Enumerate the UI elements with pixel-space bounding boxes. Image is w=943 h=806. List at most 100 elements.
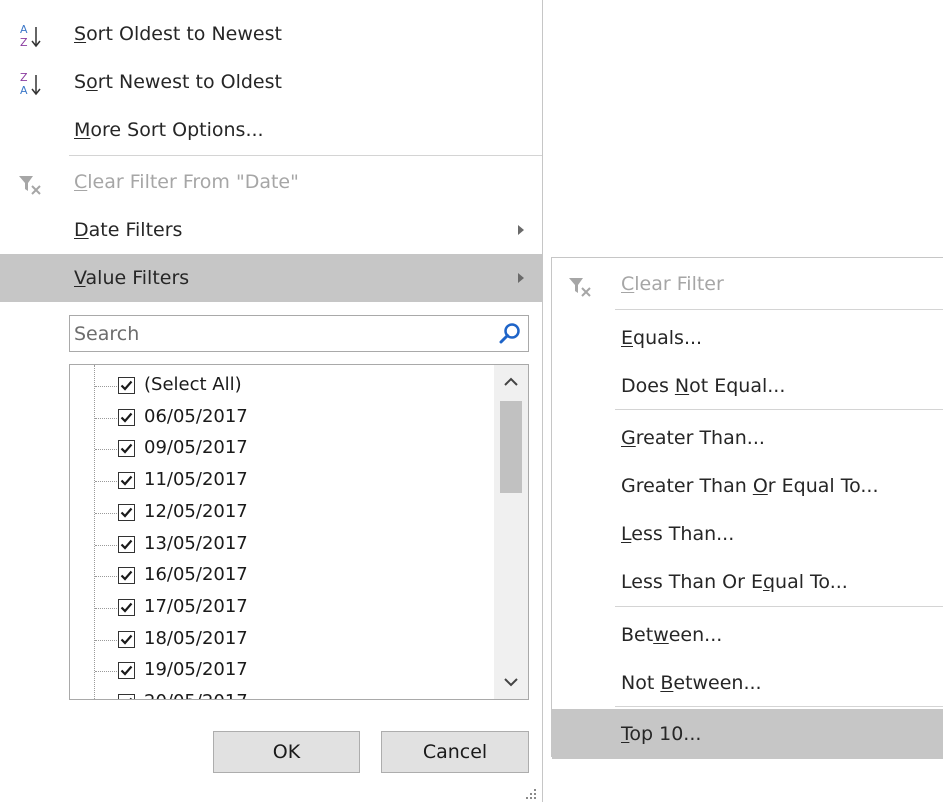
sub-not-between[interactable]: Not Between... [552, 658, 943, 708]
date-list-item[interactable]: 20/05/2017 [70, 688, 490, 699]
svg-text:Z: Z [20, 71, 28, 84]
resize-grip-icon[interactable] [524, 784, 538, 799]
sub-does-not-equal[interactable]: Does Not Equal... [552, 361, 943, 411]
clear-filter-icon [566, 272, 594, 300]
list-item-label: 20/05/2017 [144, 691, 248, 699]
date-list-item[interactable]: 11/05/2017 [70, 466, 490, 497]
svg-text:Z: Z [20, 36, 28, 49]
sub-greater-than-or-equal[interactable]: Greater Than Or Equal To... [552, 461, 943, 511]
list-item-label: 12/05/2017 [144, 500, 248, 522]
search-box [69, 315, 529, 352]
vertical-scrollbar[interactable] [494, 365, 528, 699]
checkbox[interactable] [118, 408, 135, 426]
menu-label: Between... [621, 624, 723, 646]
date-list-item[interactable]: 13/05/2017 [70, 530, 490, 561]
checkbox[interactable] [118, 598, 135, 616]
sub-between[interactable]: Between... [552, 610, 943, 660]
date-list-item[interactable]: 09/05/2017 [70, 434, 490, 465]
checkbox[interactable] [118, 472, 135, 490]
clear-filter-from-date[interactable]: Clear Filter From "Date" [0, 158, 542, 206]
menu-label: Does Not Equal... [621, 375, 786, 397]
checkmark-icon [120, 507, 133, 518]
svg-text:A: A [20, 23, 28, 36]
checkmark-icon [120, 475, 133, 486]
sub-top-10[interactable]: Top 10... [552, 709, 943, 759]
menu-label: Equals... [621, 327, 703, 349]
menu-label: Clear Filter [621, 273, 724, 295]
checkbox[interactable] [118, 567, 135, 585]
sub-greater-than[interactable]: Greater Than... [552, 413, 943, 463]
date-list-item[interactable]: 18/05/2017 [70, 625, 490, 656]
checkmark-icon [120, 380, 133, 391]
clear-filter-icon [16, 170, 44, 198]
checkbox[interactable] [118, 377, 135, 394]
list-item-label: 17/05/2017 [144, 595, 248, 617]
menu-separator [615, 706, 943, 707]
select-all-item[interactable]: (Select All) [70, 371, 490, 402]
ok-button[interactable]: OK [213, 731, 360, 773]
menu-separator [615, 409, 943, 410]
checkmark-icon [120, 412, 133, 423]
menu-label: More Sort Options... [74, 119, 264, 141]
tree-connector [95, 417, 117, 419]
scroll-up-icon[interactable] [494, 365, 528, 399]
menu-separator [69, 155, 542, 156]
date-list-item[interactable]: 19/05/2017 [70, 656, 490, 687]
tree-connector [95, 544, 117, 546]
list-item-label: 13/05/2017 [144, 532, 248, 554]
checkbox[interactable] [118, 662, 135, 680]
filter-dropdown-menu: A Z Sort Oldest to Newest Z A Sort Newes… [0, 0, 543, 802]
search-icon[interactable] [496, 320, 524, 348]
svg-text:A: A [20, 84, 28, 97]
checkbox[interactable] [118, 440, 135, 458]
sub-equals[interactable]: Equals... [552, 313, 943, 363]
date-list-item[interactable]: 06/05/2017 [70, 403, 490, 434]
date-list-item[interactable]: 17/05/2017 [70, 593, 490, 624]
cancel-button[interactable]: Cancel [381, 731, 529, 773]
filter-value-list: (Select All) 06/05/2017 09/05/2017 11/05/20… [69, 364, 529, 700]
menu-label: Less Than... [621, 523, 735, 545]
list-item-label: 18/05/2017 [144, 627, 248, 649]
sub-less-than[interactable]: Less Than... [552, 509, 943, 559]
value-filters-submenu: Clear Filter Equals... Does Not Equal...… [551, 257, 943, 759]
menu-label: Clear Filter From "Date" [74, 171, 299, 193]
menu-label: Less Than Or Equal To... [621, 571, 848, 593]
scroll-thumb[interactable] [500, 401, 522, 493]
menu-label: Greater Than... [621, 427, 765, 449]
tree-connector [95, 386, 117, 387]
more-sort-options[interactable]: More Sort Options... [0, 106, 542, 154]
date-list-item[interactable]: 16/05/2017 [70, 561, 490, 592]
checkbox[interactable] [118, 535, 135, 553]
tree-connector [95, 512, 117, 514]
value-filters[interactable]: Value Filters [0, 254, 542, 302]
menu-separator [615, 309, 943, 310]
date-filters[interactable]: Date Filters [0, 206, 542, 254]
tree-connector [95, 449, 117, 451]
sort-descending-icon: Z A [16, 70, 44, 98]
menu-separator [615, 606, 943, 607]
sort-oldest-to-newest[interactable]: A Z Sort Oldest to Newest [0, 10, 542, 58]
sub-less-than-or-equal[interactable]: Less Than Or Equal To... [552, 557, 943, 607]
checkbox[interactable] [118, 630, 135, 648]
checkmark-icon [120, 539, 133, 550]
scroll-down-icon[interactable] [494, 665, 528, 699]
list-item-label: 16/05/2017 [144, 564, 248, 586]
date-list-item[interactable]: 12/05/2017 [70, 498, 490, 529]
tree-connector [95, 481, 117, 483]
list-item-label: 19/05/2017 [144, 659, 248, 681]
search-input[interactable] [70, 316, 494, 351]
checkmark-icon [129, 697, 133, 699]
sub-clear-filter[interactable]: Clear Filter [552, 259, 943, 309]
checkbox[interactable] [118, 694, 135, 699]
checkmark-icon [120, 602, 133, 613]
checkmark-icon [120, 444, 133, 455]
menu-label: Date Filters [74, 219, 183, 241]
checkmark-icon [120, 634, 133, 645]
list-item-label: 06/05/2017 [144, 405, 248, 427]
checkmark-icon [120, 666, 133, 676]
menu-label: Greater Than Or Equal To... [621, 475, 879, 497]
list-item-label: 11/05/2017 [144, 469, 248, 491]
list-item-label: (Select All) [144, 374, 242, 395]
checkbox[interactable] [118, 503, 135, 521]
sort-newest-to-oldest[interactable]: Z A Sort Newest to Oldest [0, 58, 542, 106]
